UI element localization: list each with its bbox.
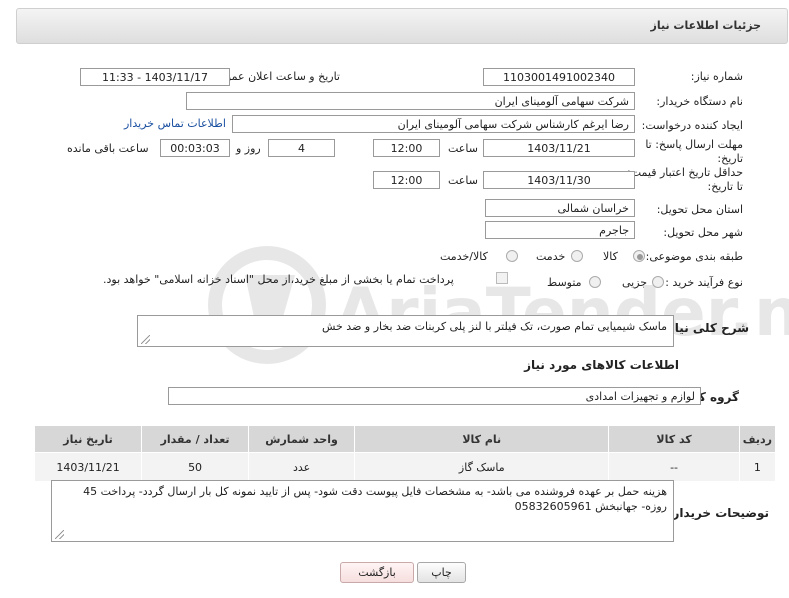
resize-handle-icon[interactable]: [141, 335, 150, 344]
buyer-notes-label: توضیحات خریدار:: [667, 506, 769, 520]
buyer-notes-text: هزینه حمل بر عهده فروشنده می باشد- به مش…: [83, 485, 667, 513]
process-option-medium: متوسط: [547, 276, 582, 289]
category-label: طبقه بندی موضوعی:: [645, 250, 743, 263]
category-option-service: خدمت: [536, 250, 566, 263]
description-field: ماسک شیمیایی تمام صورت، تک فیلتر با لنز …: [137, 315, 674, 347]
description-text: ماسک شیمیایی تمام صورت، تک فیلتر با لنز …: [321, 320, 667, 333]
page-title: جزئیات اطلاعات نیاز: [650, 19, 762, 32]
days-field: 4: [268, 139, 335, 157]
print-button[interactable]: چاپ: [417, 562, 466, 583]
city-label: شهر محل تحویل:: [663, 226, 743, 239]
reply-time-field: 12:00: [373, 139, 440, 157]
col-row: ردیف: [738, 425, 777, 453]
price-time-label: ساعت: [448, 174, 478, 187]
category-option-goods-service: کالا/خدمت: [440, 250, 488, 263]
need-number-label: شماره نیاز:: [690, 70, 743, 83]
category-radio-service[interactable]: [571, 250, 583, 262]
cell-row: 1: [738, 452, 777, 482]
goods-group-field: لوازم و تجهیزات امدادی: [168, 387, 701, 405]
cell-code: --: [608, 452, 740, 482]
buyer-org-label: نام دستگاه خریدار:: [656, 95, 743, 108]
goods-table-header: ردیف کد کالا نام کالا واحد شمارش تعداد /…: [33, 425, 777, 453]
remaining-label: ساعت باقی مانده: [67, 142, 149, 155]
cell-qty: 50: [141, 452, 250, 482]
resize-handle-icon[interactable]: [55, 530, 64, 539]
buyer-notes-field: هزینه حمل بر عهده فروشنده می باشد- به مش…: [51, 480, 674, 542]
price-date-field: 1403/11/30: [483, 171, 635, 189]
process-option-minor: جزیی: [622, 276, 648, 289]
cell-date: 1403/11/21: [33, 452, 143, 482]
col-code: کد کالا: [608, 425, 740, 453]
city-field: جاجرم: [485, 221, 635, 239]
reply-deadline-label: مهلت ارسال پاسخ: تا تاریخ:: [645, 138, 743, 165]
category-radio-goods-service[interactable]: [506, 250, 518, 262]
col-name: نام کالا: [354, 425, 610, 453]
need-number-field: 1103001491002340: [483, 68, 635, 86]
category-radio-goods[interactable]: [633, 250, 645, 262]
days-label: روز و: [236, 142, 261, 155]
province-field: خراسان شمالی: [485, 199, 635, 217]
goods-section-title: اطلاعات کالاهای مورد نیاز: [524, 358, 679, 372]
process-radio-minor[interactable]: [652, 276, 664, 288]
description-label: شرح کلی نیاز:: [663, 321, 749, 335]
category-option-goods: کالا: [603, 250, 618, 263]
buyer-org-field: شرکت سهامی آلومینای ایران: [186, 92, 635, 110]
treasury-payment-checkbox[interactable]: [496, 272, 508, 284]
contact-buyer-link[interactable]: اطلاعات تماس خریدار: [124, 117, 226, 130]
goods-table: ردیف کد کالا نام کالا واحد شمارش تعداد /…: [33, 425, 777, 482]
remaining-time-field: 00:03:03: [160, 139, 230, 157]
table-row: 1 -- ماسک گاز عدد 50 1403/11/21: [33, 452, 777, 482]
requester-label: ایجاد کننده درخواست:: [641, 119, 743, 132]
process-label: نوع فرآیند خرید :: [665, 276, 743, 289]
cell-name: ماسک گاز: [354, 452, 610, 482]
announce-field: 1403/11/17 - 11:33: [80, 68, 230, 86]
col-qty: تعداد / مقدار: [141, 425, 250, 453]
price-time-field: 12:00: [373, 171, 440, 189]
reply-date-field: 1403/11/21: [483, 139, 635, 157]
process-radio-medium[interactable]: [589, 276, 601, 288]
treasury-payment-note: پرداخت تمام یا بخشی از مبلغ خرید،از محل …: [103, 273, 454, 286]
reply-time-label: ساعت: [448, 142, 478, 155]
col-date: تاریخ نیاز: [33, 425, 143, 453]
price-validity-label: حداقل تاریخ اعتبار قیمت: تا تاریخ:: [627, 166, 743, 193]
col-unit: واحد شمارش: [248, 425, 356, 453]
back-button[interactable]: بازگشت: [340, 562, 414, 583]
requester-field: رضا ایرغم کارشناس شرکت سهامی آلومینای ای…: [232, 115, 635, 133]
province-label: استان محل تحویل:: [656, 203, 743, 216]
cell-unit: عدد: [248, 452, 356, 482]
